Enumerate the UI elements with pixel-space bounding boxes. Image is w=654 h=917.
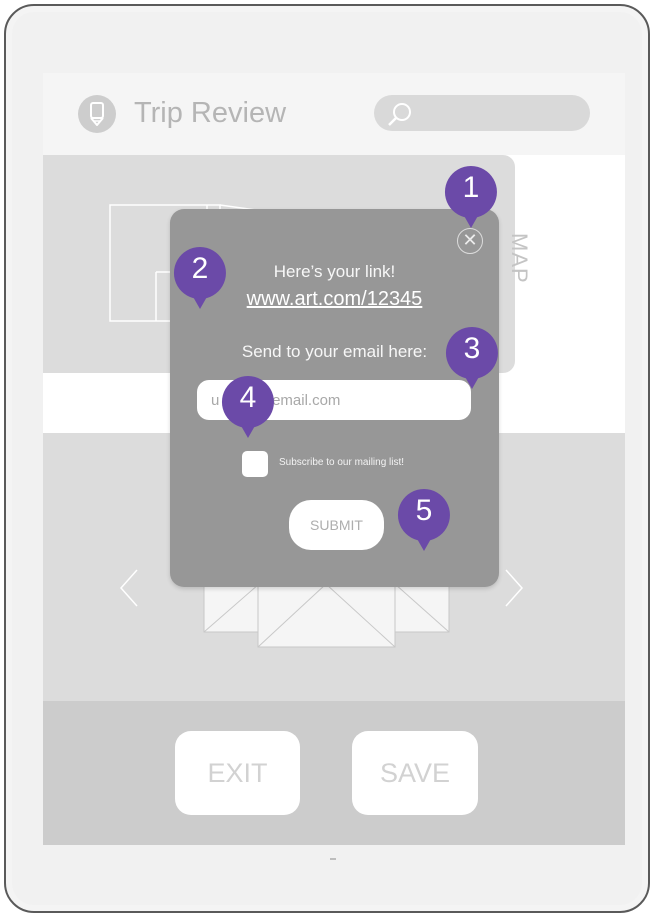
annotation-marker-5: 5 bbox=[396, 487, 452, 553]
exit-button[interactable]: EXIT bbox=[175, 731, 300, 815]
marker-number: 1 bbox=[462, 171, 480, 204]
chevron-left-icon[interactable] bbox=[119, 568, 139, 608]
chevron-right-icon[interactable] bbox=[504, 568, 524, 608]
submit-button[interactable]: SUBMIT bbox=[289, 500, 384, 550]
footer-bar: EXIT SAVE bbox=[43, 701, 625, 845]
photo-thumbnails[interactable] bbox=[203, 583, 453, 648]
subscribe-label: Subscribe to our mailing list! bbox=[279, 457, 405, 468]
app-header: Trip Review bbox=[43, 73, 625, 155]
search-icon bbox=[388, 103, 411, 126]
pencil-icon bbox=[90, 102, 104, 126]
map-label: MAP bbox=[507, 233, 532, 284]
marker-number: 3 bbox=[463, 332, 481, 365]
app-title: Trip Review bbox=[134, 97, 287, 129]
search-bar[interactable] bbox=[374, 95, 590, 131]
marker-number: 5 bbox=[415, 494, 433, 527]
annotation-marker-2: 2 bbox=[172, 245, 228, 311]
home-indicator bbox=[330, 858, 336, 860]
marker-number: 4 bbox=[239, 381, 257, 414]
save-button[interactable]: SAVE bbox=[352, 731, 478, 815]
annotation-marker-3: 3 bbox=[444, 325, 500, 391]
marker-number: 2 bbox=[191, 252, 209, 285]
app-logo bbox=[78, 95, 116, 133]
close-icon[interactable]: ✕ bbox=[457, 228, 483, 254]
annotation-marker-4: 4 bbox=[220, 374, 276, 440]
annotation-marker-1: 1 bbox=[443, 164, 499, 230]
subscribe-checkbox[interactable] bbox=[242, 451, 268, 477]
